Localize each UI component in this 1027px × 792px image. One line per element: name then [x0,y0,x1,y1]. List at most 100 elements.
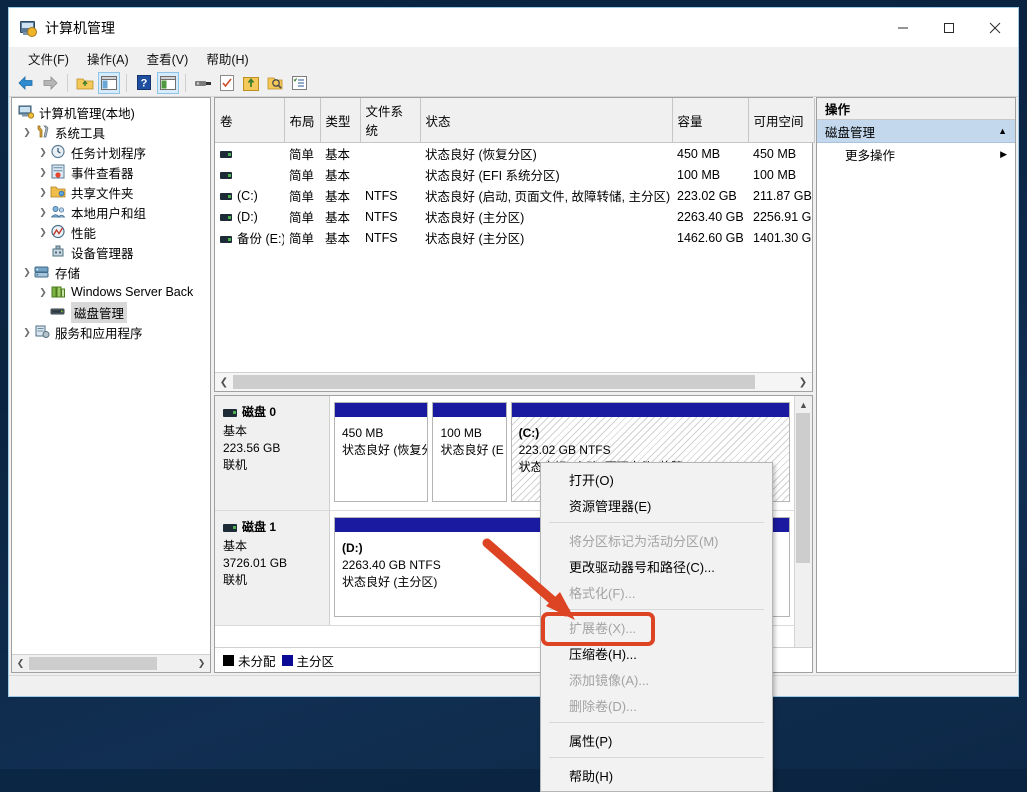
sidebar-item-system-tools[interactable]: ❯ 系统工具 [12,122,210,142]
column-filesystem[interactable]: 文件系统 [360,98,421,143]
help-icon[interactable]: ? [133,72,155,94]
chevron-right-icon[interactable]: ❯ [36,287,50,298]
back-icon[interactable] [15,72,37,94]
partition-recovery[interactable]: 450 MB 状态良好 (恢复分 [334,402,429,502]
close-button[interactable] [972,8,1018,47]
cell-freespace: 1401.30 G [753,230,812,245]
scroll-left-icon[interactable]: ❮ [12,658,29,669]
scroll-right-icon[interactable]: ❯ [794,377,812,388]
partition-size: 450 MB [342,426,384,440]
menu-view[interactable]: 查看(V) [138,47,198,70]
sidebar-item-storage[interactable]: ❯ 存储 [12,262,210,282]
column-volume[interactable]: 卷 [215,98,285,143]
checklist-icon[interactable] [216,72,238,94]
scroll-track[interactable] [29,656,193,671]
actions-group-disk-management[interactable]: 磁盘管理 ▲ [817,120,1015,143]
column-status[interactable]: 状态 [420,98,673,143]
table-row[interactable]: (D:) 简单 基本 NTFS 状态良好 (主分区) 2263.40 GB 22… [215,206,814,227]
tree-horizontal-scrollbar[interactable]: ❮ ❯ [12,654,210,672]
column-freespace[interactable]: 可用空间 [748,98,815,143]
sidebar-item-shared-folders[interactable]: ❯ 共享文件夹 [12,182,210,202]
scroll-thumb[interactable] [796,413,810,563]
menu-file[interactable]: 文件(F) [19,47,78,70]
menu-item-extend-volume: 扩展卷(X)... [569,620,637,636]
up-folder-icon[interactable] [74,72,96,94]
chevron-down-icon[interactable]: ❯ [20,267,34,278]
title-bar: 计算机管理 [9,8,1018,47]
menu-item-explorer[interactable]: 资源管理器(E) [541,492,772,518]
sidebar-item-label: 磁盘管理 [71,301,128,323]
chevron-right-icon[interactable]: ❯ [36,227,50,238]
chevron-right-icon[interactable]: ❯ [36,207,50,218]
sidebar-item-performance[interactable]: ❯ 性能 [12,222,210,242]
cell-status: 状态良好 (主分区) [425,211,525,225]
sidebar-item-label: 事件查看器 [71,166,134,181]
sidebar-item-device-manager[interactable]: 设备管理器 [12,242,210,262]
volume-table: 卷 布局 类型 文件系统 状态 容量 可用空间 简单 基本 状态良好 (恢复分区… [215,98,815,248]
disk-name: 磁盘 1 [242,520,277,534]
sidebar-item-task-scheduler[interactable]: ❯ 任务计划程序 [12,142,210,162]
table-row[interactable]: 简单 基本 状态良好 (恢复分区) 450 MB 450 MB [215,143,814,165]
maximize-button[interactable] [926,8,972,47]
column-capacity[interactable]: 容量 [672,98,749,143]
scroll-thumb[interactable] [29,657,157,670]
menu-help[interactable]: 帮助(H) [197,47,257,70]
show-hide-tree-icon[interactable] [98,71,120,94]
column-type[interactable]: 类型 [320,98,361,143]
partition-color-bar [433,403,506,417]
scroll-track[interactable] [233,374,794,390]
cell-status: 状态良好 (恢复分区) [425,148,537,162]
forward-icon[interactable] [39,72,61,94]
table-row[interactable]: 简单 基本 状态良好 (EFI 系统分区) 100 MB 100 MB [215,164,814,185]
sidebar-item-label: 存储 [55,266,81,281]
disk-vertical-scrollbar[interactable]: ▲ [794,396,812,647]
partition-body: 100 MB 状态良好 (E [433,417,505,501]
search-icon[interactable] [264,72,286,94]
chevron-right-icon[interactable]: ❯ [20,327,34,338]
properties-icon[interactable] [192,72,214,94]
scroll-thumb[interactable] [233,375,755,389]
sidebar-item-windows-server-backup[interactable]: ❯ Windows Server Back [12,282,210,302]
menu-item-shrink-volume[interactable]: 压缩卷(H)... [541,640,772,666]
chevron-up-icon[interactable]: ▲ [998,126,1007,136]
chevron-right-icon[interactable]: ❯ [36,187,50,198]
chevron-right-icon[interactable]: ❯ [36,167,50,178]
cell-filesystem [360,143,420,165]
sidebar-item-services-applications[interactable]: ❯ 服务和应用程序 [12,322,210,342]
show-action-pane-icon[interactable] [157,71,179,94]
detail-view-icon[interactable] [288,72,310,94]
cell-layout: 简单 [289,232,315,246]
sidebar-item-event-viewer[interactable]: ❯ 事件查看器 [12,162,210,182]
legend-unallocated: 未分配 [223,651,276,670]
volume-horizontal-scrollbar[interactable]: ❮ ❯ [215,372,812,391]
legend-swatch [223,654,234,666]
actions-header: 操作 [817,98,1015,120]
minimize-button[interactable] [880,8,926,47]
menu-item-open[interactable]: 打开(O) [541,466,772,492]
sidebar-item-disk-management[interactable]: 磁盘管理 [12,301,210,323]
menu-action[interactable]: 操作(A) [78,47,138,70]
sidebar-item-label: 任务计划程序 [71,146,147,161]
column-layout[interactable]: 布局 [284,98,321,143]
menu-item-change-drive-letter[interactable]: 更改驱动器号和路径(C)... [541,553,772,579]
action-more-actions[interactable]: 更多操作 ▶ [817,143,1015,165]
disk-state: 联机 [223,573,248,587]
partition-color-bar [511,403,789,417]
export-icon[interactable] [240,72,262,94]
scroll-left-icon[interactable]: ❮ [215,377,233,388]
table-row[interactable]: (C:) 简单 基本 NTFS 状态良好 (启动, 页面文件, 故障转储, 主分… [215,185,814,206]
chevron-down-icon[interactable]: ❯ [20,127,34,138]
table-row[interactable]: 备份 (E:) 简单 基本 NTFS 状态良好 (主分区) 1462.60 GB… [215,227,814,248]
volume-icon [220,171,232,179]
menu-item-properties[interactable]: 属性(P) [541,727,772,753]
partition-efi[interactable]: 100 MB 状态良好 (E [432,402,507,502]
scroll-up-icon[interactable]: ▲ [795,396,812,413]
menu-item-help[interactable]: 帮助(H) [541,762,772,788]
tree-root[interactable]: 计算机管理(本地) [12,102,210,122]
users-icon [50,204,67,220]
scroll-right-icon[interactable]: ❯ [193,658,210,669]
partition-status: 状态良好 (E [440,443,504,457]
sidebar-item-local-users-groups[interactable]: ❯ 本地用户和组 [12,202,210,222]
chevron-right-icon[interactable]: ▶ [1000,149,1007,160]
chevron-right-icon[interactable]: ❯ [36,147,50,158]
